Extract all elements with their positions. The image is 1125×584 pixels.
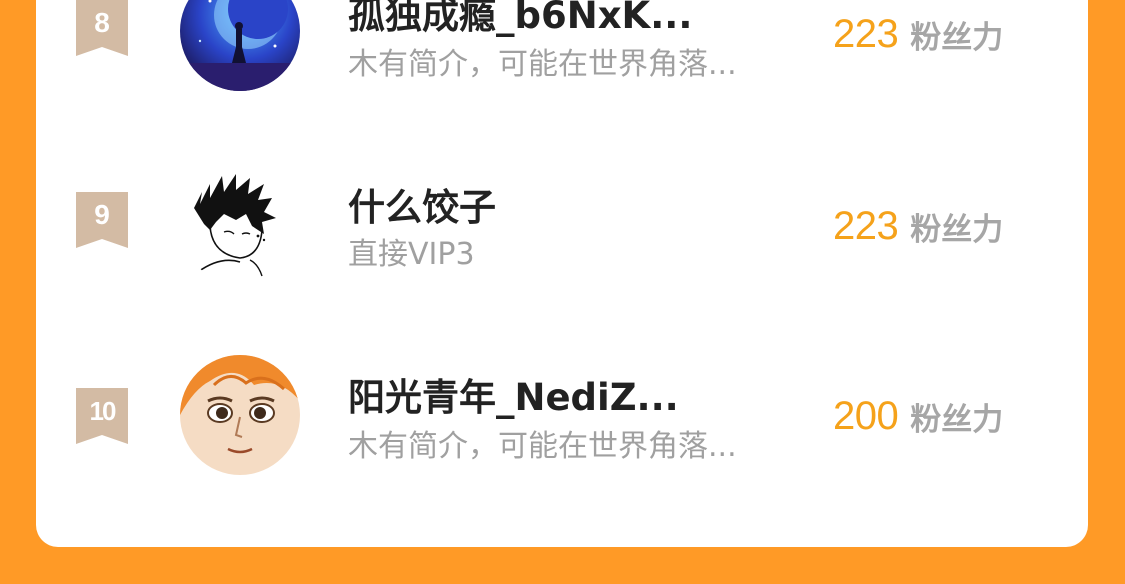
user-name: 阳光青年_NediZ... [348, 376, 679, 419]
rank-badge: 10 [76, 388, 128, 444]
ranking-row[interactable]: 8 孤独成瘾_b6NxK... 木有简介，可能在世界角落... 223 粉丝力 [36, 0, 1088, 91]
user-intro: 木有简介，可能在世界角落... [348, 47, 737, 82]
fans-unit-label: 粉丝力 [910, 20, 1004, 56]
ranking-row[interactable]: 9 什么饺子 直接VIP3 223 粉丝力 [36, 150, 1088, 284]
fans-stat: 223 粉丝力 [833, 12, 1003, 57]
user-name: 孤独成瘾_b6NxK... [348, 0, 693, 37]
fans-stat: 200 粉丝力 [833, 394, 1003, 439]
avatar[interactable] [180, 355, 300, 475]
fans-count: 223 [833, 204, 899, 248]
night-moon-avatar-image [180, 0, 300, 91]
user-intro: 木有简介，可能在世界角落... [348, 429, 737, 464]
avatar[interactable] [180, 164, 300, 284]
rank-badge: 8 [76, 0, 128, 56]
avatar[interactable] [180, 0, 300, 91]
fans-count: 223 [833, 12, 899, 56]
fans-stat: 223 粉丝力 [833, 204, 1003, 249]
user-name: 什么饺子 [348, 186, 496, 229]
fans-unit-label: 粉丝力 [910, 402, 1004, 438]
fans-count: 200 [833, 394, 899, 438]
cartoon-face-avatar-image [180, 355, 300, 475]
sketch-boy-avatar-image [180, 164, 300, 284]
fans-unit-label: 粉丝力 [910, 212, 1004, 248]
user-intro: 直接VIP3 [348, 237, 475, 272]
ranking-row[interactable]: 10 阳光青年_NediZ... 木有简介，可能在世界角落... 200 粉丝力 [36, 340, 1088, 475]
fans-ranking-card: 8 孤独成瘾_b6NxK... 木有简介，可能在世界角落... 223 粉丝力 … [36, 0, 1088, 547]
rank-badge: 9 [76, 192, 128, 248]
